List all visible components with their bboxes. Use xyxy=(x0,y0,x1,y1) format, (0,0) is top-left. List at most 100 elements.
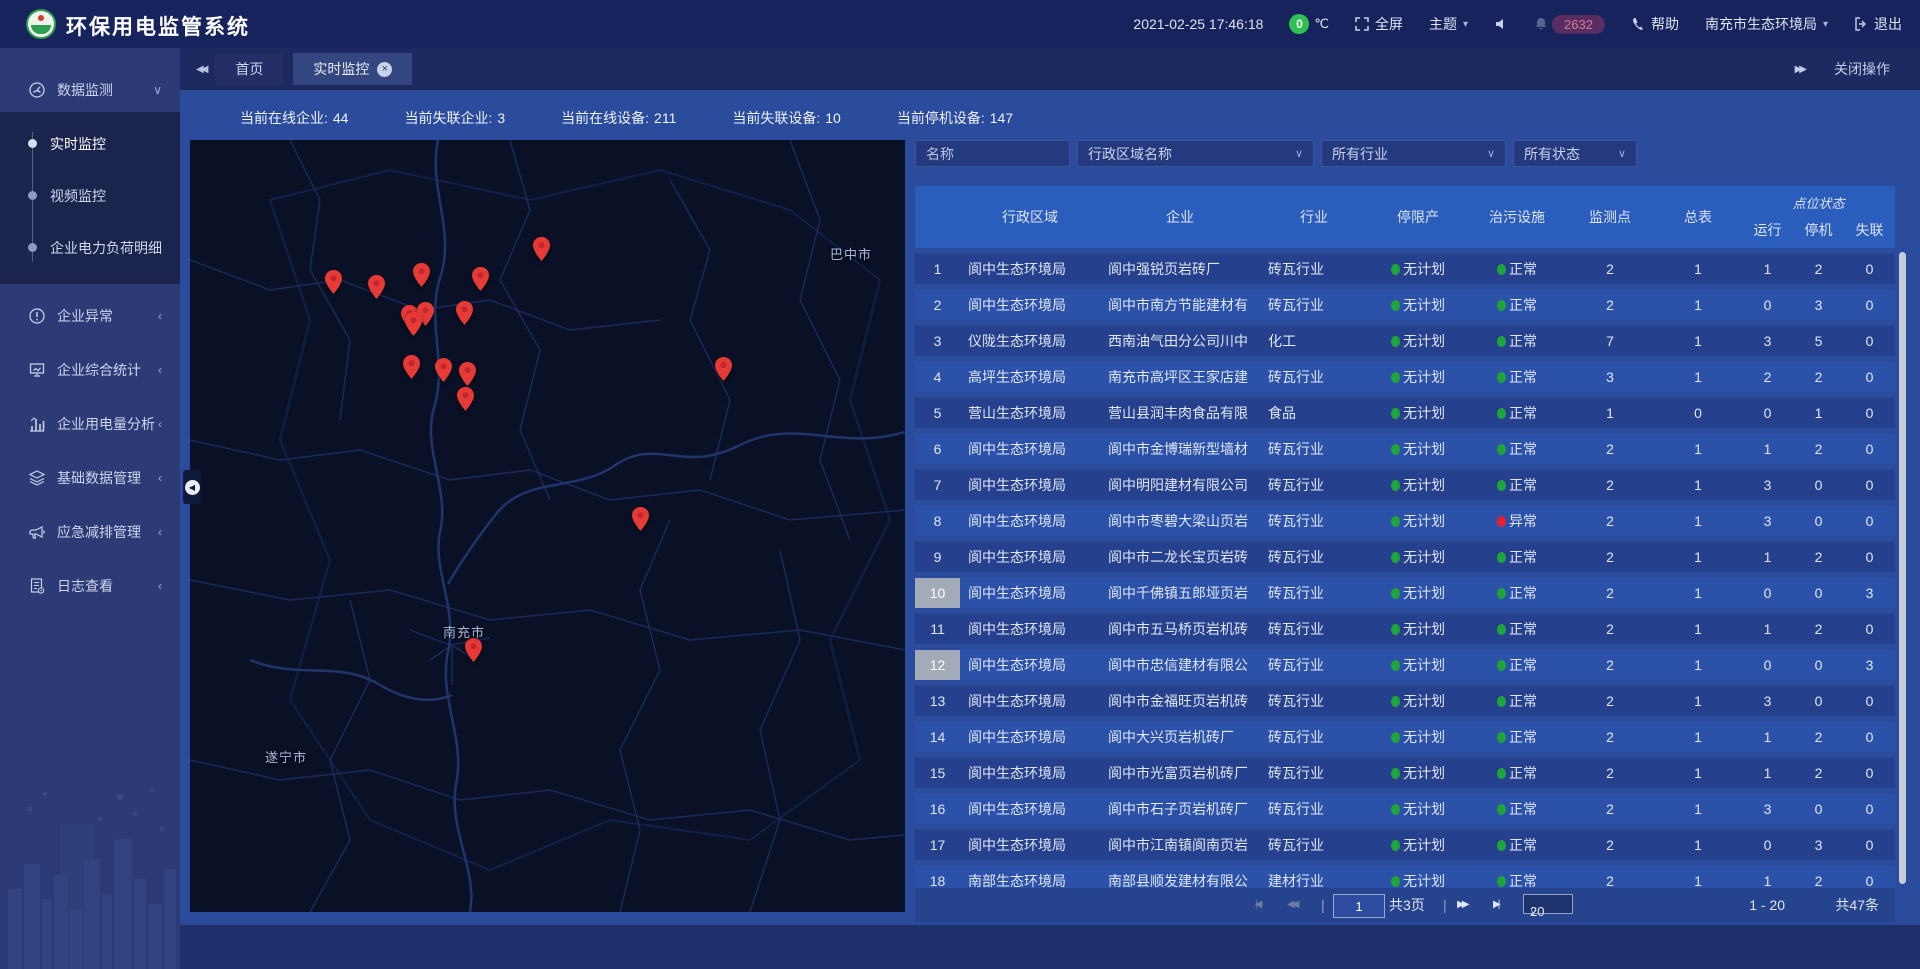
map-pin[interactable] xyxy=(403,355,420,379)
map-pin[interactable] xyxy=(632,507,649,531)
table-row[interactable]: 2阆中生态环境局阆中市南方节能建材有砖瓦行业无计划正常21030 xyxy=(915,290,1895,320)
cell-run-count: 1 xyxy=(1742,441,1793,457)
region-select[interactable]: 行政区域名称 ∨ xyxy=(1077,140,1314,167)
close-operations-button[interactable]: 关闭操作 xyxy=(1834,59,1890,79)
header-treatment[interactable]: 治污设施 xyxy=(1468,207,1566,227)
chevron-down-icon: ▾ xyxy=(1463,19,1468,30)
table-row[interactable]: 16阆中生态环境局阆中市石子页岩机砖厂砖瓦行业无计划正常21300 xyxy=(915,794,1895,824)
theme-dropdown[interactable]: 主题 ▾ xyxy=(1429,14,1468,34)
cell-run-count: 0 xyxy=(1742,297,1793,313)
sidebar-item-5[interactable]: 应急减排管理‹ xyxy=(0,510,180,554)
map-pin[interactable] xyxy=(435,358,452,382)
notifications-button[interactable]: 2632 xyxy=(1534,15,1605,34)
table-row[interactable]: 5营山生态环境局营山县润丰肉食品有限食品无计划正常10010 xyxy=(915,398,1895,428)
sidebar-item-label: 日志查看 xyxy=(57,576,113,596)
header-industry[interactable]: 行业 xyxy=(1260,207,1368,227)
fullscreen-button[interactable]: 全屏 xyxy=(1355,14,1403,34)
tab-home[interactable]: 首页 xyxy=(215,53,283,85)
map-pin[interactable] xyxy=(325,270,342,294)
last-page-button[interactable]: ▶| xyxy=(1493,888,1497,922)
table-row[interactable]: 10阆中生态环境局阆中千佛镇五郎垭页岩砖瓦行业无计划正常21003 xyxy=(915,578,1895,608)
table-row[interactable]: 4高坪生态环境局南充市高坪区王家店建砖瓦行业无计划正常31220 xyxy=(915,362,1895,392)
row-index: 5 xyxy=(915,405,960,421)
map-pin[interactable] xyxy=(413,263,430,287)
table-scrollbar[interactable] xyxy=(1899,252,1906,884)
map-pin[interactable] xyxy=(465,638,482,662)
sidebar-collapse-button[interactable]: ◀ xyxy=(183,470,201,504)
stat-item: 当前失联企业:3 xyxy=(404,108,505,128)
map-pin[interactable] xyxy=(456,301,473,325)
sidebar-item-2[interactable]: 企业综合统计‹ xyxy=(0,348,180,392)
sidebar-subitem-0-2[interactable]: 企业电力负荷明细 xyxy=(0,222,180,274)
stat-label: 当前在线设备: xyxy=(561,110,649,126)
status-select[interactable]: 所有状态 ∨ xyxy=(1513,140,1637,167)
status-dot-icon xyxy=(1497,444,1506,455)
map-pin[interactable] xyxy=(459,362,476,386)
table-row[interactable]: 9阆中生态环境局阆中市二龙长宝页岩砖砖瓦行业无计划正常21120 xyxy=(915,542,1895,572)
header-region[interactable]: 行政区域 xyxy=(960,207,1100,227)
sidebar-subitem-0-0[interactable]: 实时监控 xyxy=(0,118,180,170)
table-row[interactable]: 6阆中生态环境局阆中市金博瑞新型墙材砖瓦行业无计划正常21120 xyxy=(915,434,1895,464)
map-pin[interactable] xyxy=(533,237,550,261)
volume-button[interactable] xyxy=(1494,17,1508,31)
industry-select[interactable]: 所有行业 ∨ xyxy=(1321,140,1506,167)
cell-monitor-count: 2 xyxy=(1566,513,1654,529)
sidebar-item-1[interactable]: 企业异常‹ xyxy=(0,294,180,338)
sidebar-item-3[interactable]: 企业用电量分析‹ xyxy=(0,402,180,446)
page-size-select[interactable]: 20 ∨ xyxy=(1523,894,1573,914)
table-row[interactable]: 17阆中生态环境局阆中市江南镇阆南页岩砖瓦行业无计划正常21030 xyxy=(915,830,1895,860)
table-row[interactable]: 11阆中生态环境局阆中市五马桥页岩机砖砖瓦行业无计划正常21120 xyxy=(915,614,1895,644)
cell-company: 阆中强锐页岩砖厂 xyxy=(1100,259,1260,279)
cell-industry: 砖瓦行业 xyxy=(1260,259,1368,279)
first-page-button[interactable]: |◀ xyxy=(1255,888,1260,922)
cell-company: 阆中市忠信建材有限公 xyxy=(1100,655,1260,675)
status-dot-icon xyxy=(1391,588,1400,599)
prev-page-button[interactable]: ◀◀ xyxy=(1287,888,1296,922)
sidebar-item-0[interactable]: 数据监测∨ xyxy=(0,68,180,112)
sidebar-item-6[interactable]: 日志查看‹ xyxy=(0,564,180,608)
table-row[interactable]: 13阆中生态环境局阆中市金福旺页岩机砖砖瓦行业无计划正常21300 xyxy=(915,686,1895,716)
map-panel[interactable]: 巴中市南充市遂宁市 xyxy=(190,140,905,912)
map-pin[interactable] xyxy=(405,312,422,336)
page-number-input[interactable] xyxy=(1333,894,1385,918)
next-page-button[interactable]: ▶▶ xyxy=(1457,888,1466,922)
header-monitor[interactable]: 监测点 xyxy=(1566,207,1654,227)
sidebar-subitem-0-1[interactable]: 视频监控 xyxy=(0,170,180,222)
table-row[interactable]: 18南部生态环境局南部县顺发建材有限公建材行业无计划正常21120 xyxy=(915,866,1895,888)
map-pin[interactable] xyxy=(715,357,732,381)
tabs-scroll-right-icon[interactable]: ▶▶ xyxy=(1795,64,1804,75)
table-row[interactable]: 8阆中生态环境局阆中市枣碧大梁山页岩砖瓦行业无计划异常21300 xyxy=(915,506,1895,536)
cell-industry: 砖瓦行业 xyxy=(1260,475,1368,495)
table-row[interactable]: 7阆中生态环境局阆中明阳建材有限公司砖瓦行业无计划正常21300 xyxy=(915,470,1895,500)
header-stop[interactable]: 停限产 xyxy=(1368,207,1468,227)
table-row[interactable]: 1阆中生态环境局阆中强锐页岩砖厂砖瓦行业无计划正常21120 xyxy=(915,254,1895,284)
map-pin[interactable] xyxy=(472,267,489,291)
header-company[interactable]: 企业 xyxy=(1100,207,1260,227)
tab-realtime-monitor[interactable]: 实时监控 × xyxy=(293,53,412,85)
logout-button[interactable]: 退出 xyxy=(1854,14,1902,34)
header-lost[interactable]: 失联 xyxy=(1844,220,1895,240)
header-meter[interactable]: 总表 xyxy=(1654,207,1742,227)
help-button[interactable]: 帮助 xyxy=(1631,14,1679,34)
total-pages-label: 共3页 xyxy=(1389,888,1425,922)
name-filter[interactable] xyxy=(915,140,1070,167)
tabs-scroll-left-icon[interactable]: ◀◀ xyxy=(196,64,205,75)
table-row[interactable]: 12阆中生态环境局阆中市忠信建材有限公砖瓦行业无计划正常21003 xyxy=(915,650,1895,680)
status-dot-icon xyxy=(1497,552,1506,563)
table-row[interactable]: 14阆中生态环境局阆中大兴页岩机砖厂砖瓦行业无计划正常21120 xyxy=(915,722,1895,752)
stat-value: 3 xyxy=(497,110,505,126)
cell-meter-count: 1 xyxy=(1654,369,1742,385)
cell-lost-count: 0 xyxy=(1844,801,1895,817)
header-down[interactable]: 停机 xyxy=(1793,220,1844,240)
header-run[interactable]: 运行 xyxy=(1742,220,1793,240)
map-pin[interactable] xyxy=(368,275,385,299)
status-dot-icon xyxy=(1497,624,1506,635)
sidebar-item-4[interactable]: 基础数据管理‹ xyxy=(0,456,180,500)
table-row[interactable]: 3仪陇生态环境局西南油气田分公司川中化工无计划正常71350 xyxy=(915,326,1895,356)
tab-close-icon[interactable]: × xyxy=(377,62,392,77)
table-row[interactable]: 15阆中生态环境局阆中市光富页岩机砖厂砖瓦行业无计划正常21120 xyxy=(915,758,1895,788)
map-pin[interactable] xyxy=(457,387,474,411)
name-filter-input[interactable] xyxy=(916,141,1069,166)
cell-meter-count: 1 xyxy=(1654,765,1742,781)
org-dropdown[interactable]: 南充市生态环境局 ▾ xyxy=(1705,14,1828,34)
